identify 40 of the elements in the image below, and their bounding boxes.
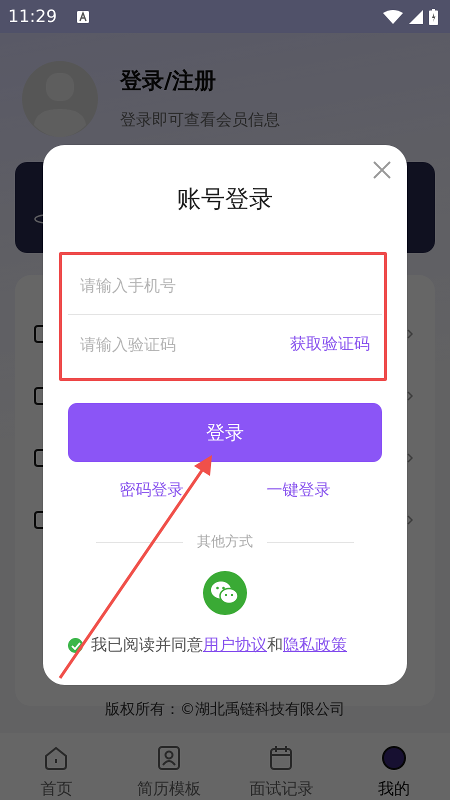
calendar-icon bbox=[268, 745, 294, 772]
agreement-link[interactable]: 隐私政策 bbox=[283, 635, 347, 654]
copyright-text: 版权所有：©湖北禹链科技有限公司 bbox=[104, 700, 346, 720]
wifi-icon bbox=[383, 10, 403, 24]
chevron-icon bbox=[407, 452, 413, 462]
chat-bubbles-icon bbox=[210, 580, 240, 606]
menu-row-icon bbox=[34, 448, 43, 466]
get-code-link[interactable]: 获取验证码 bbox=[290, 334, 370, 354]
nav-tab[interactable]: 我的 bbox=[348, 745, 439, 800]
check-icon bbox=[70, 642, 80, 650]
signal-icon bbox=[409, 10, 423, 24]
login-register-title[interactable]: 登录/注册 bbox=[120, 66, 280, 96]
dialog-title: 账号登录 bbox=[176, 184, 274, 215]
menu-row-icon bbox=[34, 386, 43, 404]
wechat-login-button[interactable] bbox=[203, 571, 247, 615]
chevron-icon bbox=[407, 328, 413, 338]
code-input-field[interactable]: 请输入验证码 bbox=[68, 324, 290, 364]
profile-icon bbox=[380, 745, 407, 772]
agreement-link[interactable]: 用户协议 bbox=[203, 635, 267, 654]
chevron-icon bbox=[407, 514, 413, 524]
nav-tab[interactable]: 面试记录 bbox=[236, 745, 326, 800]
login-button[interactable]: 登录 bbox=[68, 403, 382, 462]
menu-row-icon bbox=[34, 510, 43, 528]
alt-login-link[interactable]: 密码登录 bbox=[120, 480, 184, 501]
agreement-text: 我已阅读并同意用户协议和隐私政策 bbox=[91, 635, 347, 656]
nav-tab[interactable]: 简历模板 bbox=[124, 745, 214, 800]
profile-subtitle: 登录即可查看会员信息 bbox=[120, 110, 280, 132]
person-card-icon bbox=[156, 745, 182, 772]
notification-icon bbox=[77, 10, 89, 23]
phone-input-field[interactable]: 请输入手机号 bbox=[68, 257, 382, 315]
menu-row-icon bbox=[34, 324, 43, 342]
close-icon bbox=[373, 161, 391, 179]
home-icon bbox=[43, 745, 70, 772]
battery-icon bbox=[429, 8, 438, 25]
status-time: 11:29 bbox=[8, 6, 57, 27]
chevron-icon bbox=[407, 390, 413, 400]
other-methods-label: 其他方式 bbox=[197, 533, 253, 551]
close-button[interactable] bbox=[373, 161, 391, 179]
nav-tab[interactable]: 首页 bbox=[11, 745, 102, 800]
alt-login-link[interactable]: 一键登录 bbox=[266, 480, 330, 501]
